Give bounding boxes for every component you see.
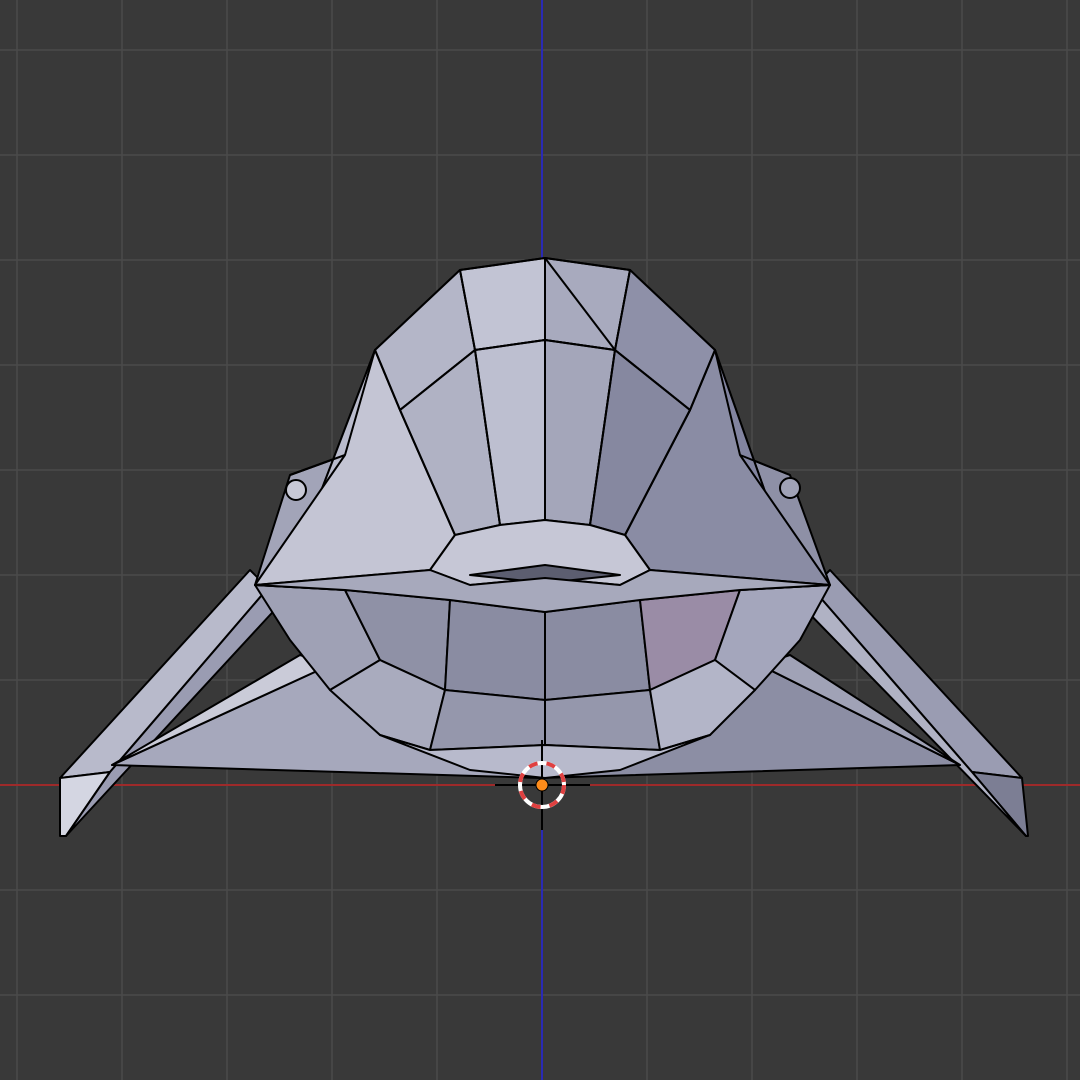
- bowl-bottom-4: [544, 599, 651, 701]
- bowl-bottom-3: [444, 599, 546, 701]
- bowl-lower-3: [544, 689, 661, 751]
- viewport-canvas[interactable]: [0, 0, 1080, 1080]
- left-hinge: [285, 479, 307, 501]
- bowl-lower-2: [429, 689, 546, 751]
- object-origin-dot[interactable]: [535, 778, 549, 792]
- mesh-object[interactable]: [59, 257, 1029, 837]
- 3d-viewport[interactable]: [0, 0, 1080, 1080]
- right-hinge: [779, 477, 801, 499]
